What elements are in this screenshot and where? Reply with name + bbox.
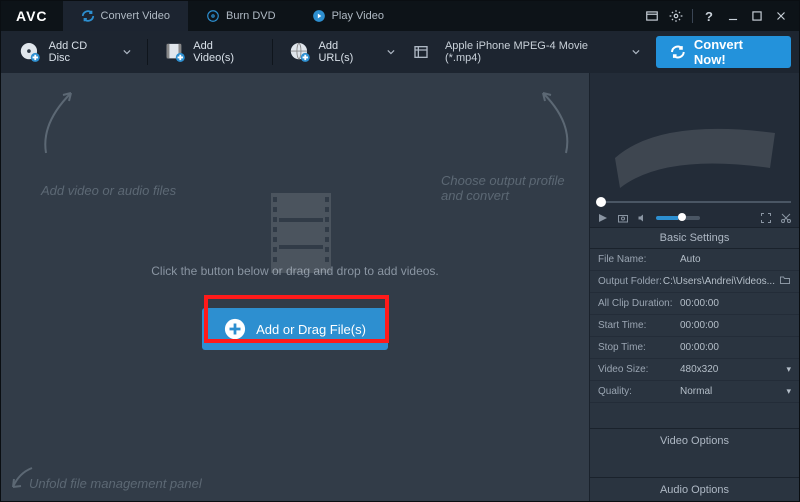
profile-list-icon[interactable] (413, 44, 429, 60)
volume-slider[interactable] (656, 216, 700, 220)
plus-circle-icon (224, 318, 246, 340)
setting-value: 00:00:00 (680, 298, 791, 309)
setting-label: File Name: (598, 254, 680, 265)
chevron-down-icon: ▾ (786, 386, 791, 397)
tab-label: Convert Video (101, 10, 171, 22)
add-videos-button[interactable]: Add Video(s) (154, 37, 266, 67)
setting-label: Quality: (598, 386, 680, 397)
tab-burn-dvd[interactable]: Burn DVD (188, 1, 294, 31)
browse-folder-icon[interactable] (779, 275, 791, 288)
setting-value[interactable]: 00:00:00 (680, 342, 791, 353)
add-urls-button[interactable]: Add URL(s) (279, 37, 405, 67)
gear-icon[interactable] (668, 8, 684, 24)
setting-row-video-size: Video Size: 480x320▾ (590, 359, 799, 381)
side-panel: Basic Settings File Name: Auto Output Fo… (589, 73, 799, 501)
minimize-icon[interactable] (725, 8, 741, 24)
setting-value[interactable]: 480x320▾ (680, 364, 791, 375)
seek-bar[interactable] (598, 201, 791, 203)
maximize-icon[interactable] (749, 8, 765, 24)
hint-text-choose: Choose output profile and convert (441, 173, 589, 203)
profile-selected-label: Apple iPhone MPEG-4 Movie (*.mp4) (445, 40, 624, 64)
play-icon (312, 9, 326, 23)
drop-zone[interactable]: Add video or audio files Choose output p… (1, 73, 589, 501)
scissors-icon[interactable] (779, 211, 793, 225)
setting-row-output-folder: Output Folder: C:\Users\Andrei\Videos... (590, 271, 799, 293)
setting-value[interactable]: 00:00:00 (680, 320, 791, 331)
settings-header: Basic Settings (590, 228, 799, 249)
setting-label: Output Folder: (598, 276, 663, 287)
tab-convert-video[interactable]: Convert Video (63, 1, 189, 31)
chevron-down-icon: ▾ (786, 364, 791, 375)
app-logo: AVC (1, 8, 63, 24)
chevron-down-icon (387, 48, 395, 56)
disc-icon (206, 9, 220, 23)
add-or-drag-files-button[interactable]: Add or Drag File(s) (202, 308, 388, 350)
close-icon[interactable] (773, 8, 789, 24)
play-icon[interactable] (596, 211, 610, 225)
filmstrip-icon (271, 193, 331, 273)
convert-now-button[interactable]: Convert Now! (656, 36, 791, 68)
button-label: Add Video(s) (193, 40, 256, 64)
setting-value[interactable]: Auto (680, 254, 791, 265)
toolbar: Add CD Disc Add Video(s) Add URL(s) Appl… (1, 31, 799, 73)
setting-value[interactable]: C:\Users\Andrei\Videos... (663, 275, 791, 288)
setting-label: All Clip Duration: (598, 298, 680, 309)
hint-text-add: Add video or audio files (41, 183, 176, 198)
tab-label: Burn DVD (226, 10, 276, 22)
refresh-icon (81, 9, 95, 23)
tab-label: Play Video (332, 10, 384, 22)
preview-area (590, 73, 799, 228)
setting-row-filename: File Name: Auto (590, 249, 799, 271)
video-options-button[interactable]: Video Options (590, 428, 799, 452)
add-cd-disc-button[interactable]: Add CD Disc (9, 37, 141, 67)
title-bar: AVC Convert Video Burn DVD Play Video ? (1, 1, 799, 31)
chevron-down-icon (632, 48, 640, 56)
hint-arrow-icon (531, 83, 581, 163)
skin-icon[interactable] (644, 8, 660, 24)
hint-arrow-icon (36, 83, 86, 163)
hint-text-unfold: Unfold file management panel (29, 476, 202, 491)
chevron-down-icon (123, 48, 131, 56)
fullscreen-icon[interactable] (759, 211, 773, 225)
setting-row-quality: Quality: Normal▾ (590, 381, 799, 403)
setting-label: Start Time: (598, 320, 680, 331)
setting-label: Video Size: (598, 364, 680, 375)
setting-row-stop-time: Stop Time: 00:00:00 (590, 337, 799, 359)
seek-knob[interactable] (596, 197, 606, 207)
button-label: Convert Now! (694, 37, 777, 67)
setting-value[interactable]: Normal▾ (680, 386, 791, 397)
audio-options-button[interactable]: Audio Options (590, 477, 799, 501)
button-label: Add URL(s) (318, 40, 375, 64)
settings-table: File Name: Auto Output Folder: C:\Users\… (590, 249, 799, 403)
tab-play-video[interactable]: Play Video (294, 1, 402, 31)
output-profile-select[interactable]: Apple iPhone MPEG-4 Movie (*.mp4) (437, 37, 648, 67)
button-label: Add or Drag File(s) (256, 322, 366, 337)
setting-label: Stop Time: (598, 342, 680, 353)
setting-row-clip-duration: All Clip Duration: 00:00:00 (590, 293, 799, 315)
refresh-icon (670, 44, 686, 60)
setting-row-start-time: Start Time: 00:00:00 (590, 315, 799, 337)
help-icon[interactable]: ? (701, 8, 717, 24)
button-label: Add CD Disc (49, 40, 111, 64)
volume-icon[interactable] (636, 211, 650, 225)
filmstrip-icon (610, 103, 780, 193)
snapshot-icon[interactable] (616, 211, 630, 225)
